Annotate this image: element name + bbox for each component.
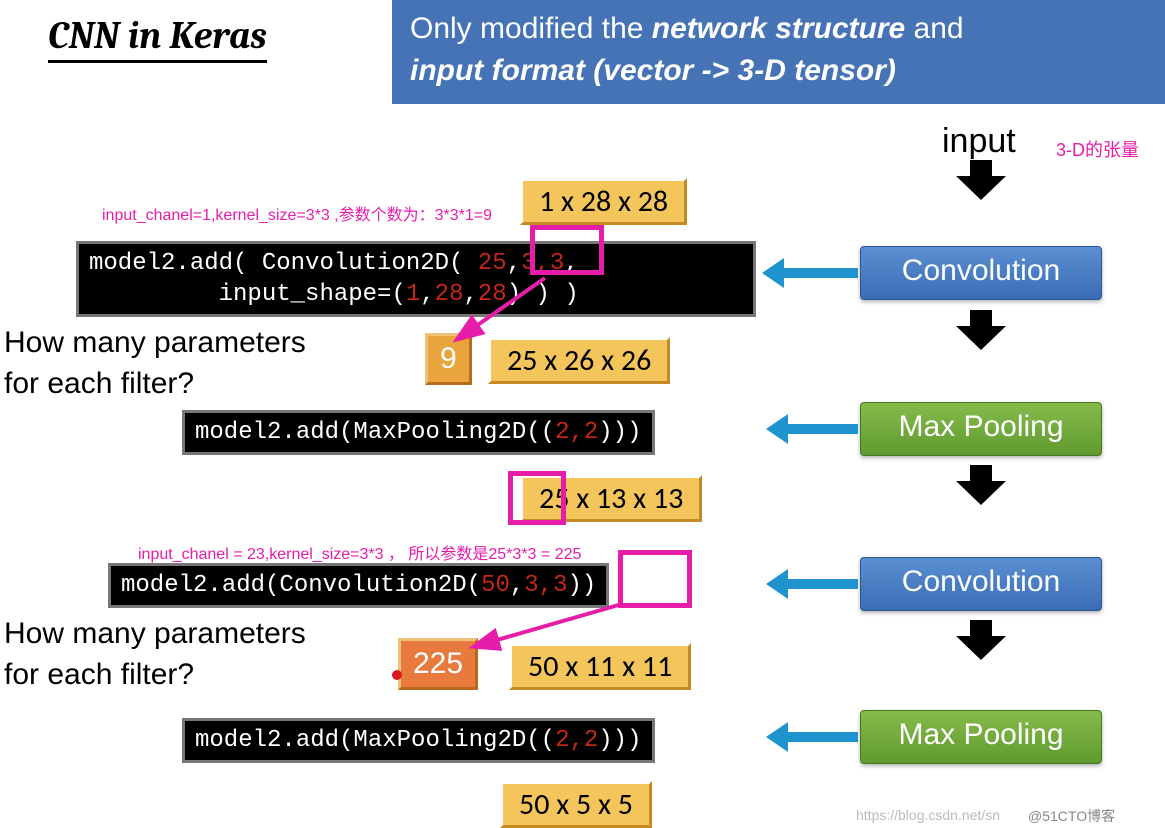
highlight-box (508, 471, 566, 525)
stage-convolution-1: Convolution (860, 246, 1102, 300)
annotation-1: input_chanel=1,kernel_size=3*3 ,参数个数为：3*… (102, 201, 492, 225)
code-conv2: model2.add(Convolution2D(50,3,3)) (108, 563, 609, 608)
dim-after-conv1: 25 x 26 x 26 (488, 337, 670, 384)
highlight-box (530, 225, 604, 275)
header-em-1: network structure (652, 12, 905, 45)
answer-box-225: 225 (398, 638, 478, 690)
arrow-down-icon (956, 465, 1006, 505)
arrow-down-icon (956, 310, 1006, 350)
arrow-down-icon (956, 160, 1006, 200)
tensor-annotation: 3-D的张量 (1056, 136, 1139, 162)
answer-box-9: 9 (425, 333, 472, 385)
code-pool1: model2.add(MaxPooling2D((2,2))) (182, 410, 655, 455)
header-text-1: Only modified the (410, 12, 652, 45)
code-conv1: model2.add( Convolution2D( 25,3,3, input… (76, 241, 756, 317)
dot-icon (392, 670, 402, 680)
watermark-1: https://blog.csdn.net/sn (856, 807, 1000, 823)
highlight-box (618, 550, 692, 608)
dim-input: 1 x 28 x 28 (520, 178, 687, 225)
question-2: How many parametersfor each filter? (4, 614, 306, 695)
slide-title: CNN in Keras (48, 14, 267, 63)
header-text-2: and (905, 12, 963, 45)
dim-25-rest: x 13 x 13 (569, 480, 683, 517)
dim-after-conv2: 50 x 11 x 11 (509, 643, 691, 690)
input-label: input (942, 122, 1016, 161)
question-1: How many parametersfor each filter? (4, 323, 306, 404)
header-em-2: input format (vector -> 3-D tensor) (410, 54, 896, 87)
header-banner: Only modified the network structure and … (392, 0, 1165, 104)
watermark-2: @51CTO博客 (1028, 806, 1115, 826)
stage-maxpool-2: Max Pooling (860, 710, 1102, 764)
stage-convolution-2: Convolution (860, 557, 1102, 611)
arrow-down-icon (956, 620, 1006, 660)
dim-after-pool2: 50 x 5 x 5 (500, 781, 652, 828)
stage-maxpool-1: Max Pooling (860, 402, 1102, 456)
code-pool2: model2.add(MaxPooling2D((2,2))) (182, 718, 655, 763)
annotation-2: input_chanel = 23,kernel_size=3*3 ， 所以参数… (138, 540, 581, 564)
